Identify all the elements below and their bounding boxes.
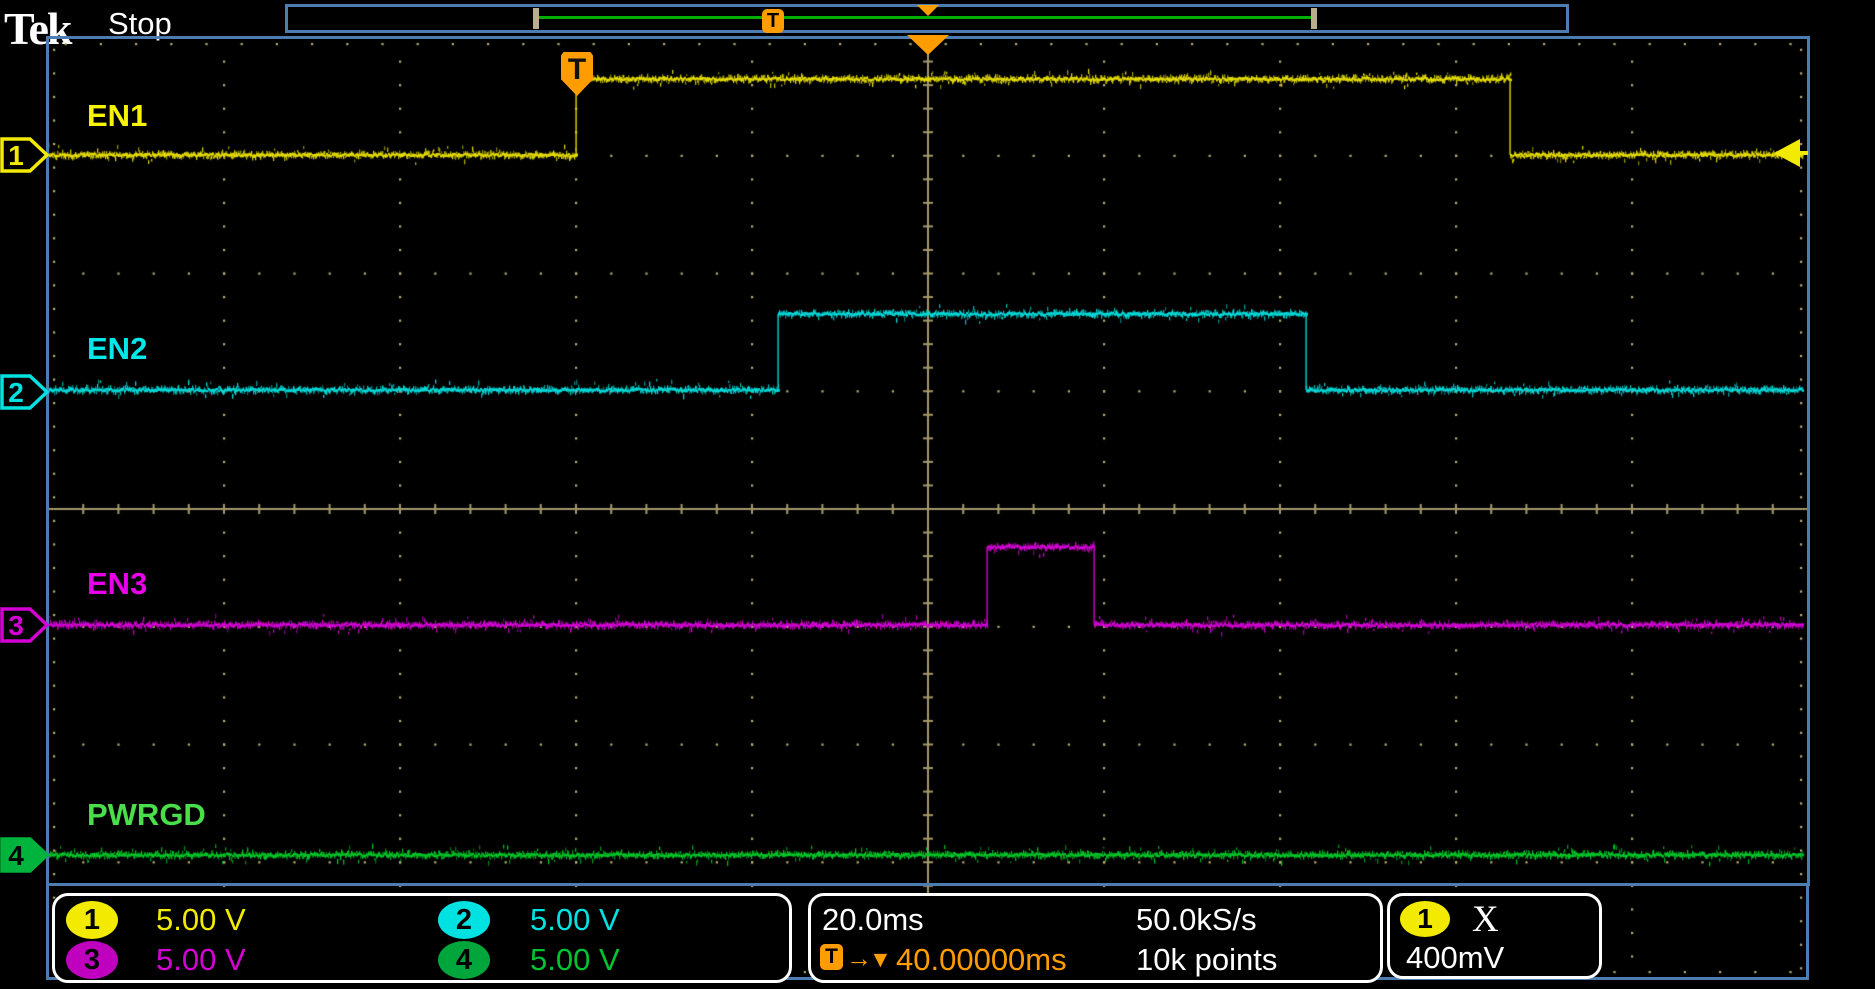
channel3-scale: 5.00 V — [156, 942, 246, 978]
channel4-marker-icon: 4 — [0, 835, 50, 875]
svg-text:1: 1 — [8, 140, 24, 171]
channel1-scale: 5.00 V — [156, 902, 246, 938]
svg-text:2: 2 — [8, 377, 24, 408]
trigger-delay-readout: 40.00000ms — [896, 942, 1067, 978]
trigger-source-badge: 1 — [1400, 901, 1450, 937]
channel2-marker-icon: 2 — [0, 372, 50, 412]
record-length-readout: 10k points — [1136, 942, 1277, 978]
channel2-badge: 2 — [438, 901, 490, 939]
graticule-right-extension — [1806, 886, 1809, 980]
svg-text:3: 3 — [8, 610, 24, 641]
trigger-level-readout: 400mV — [1406, 940, 1504, 976]
channel2-scale: 5.00 V — [530, 902, 620, 938]
trigger-position-triangle-icon — [907, 35, 949, 55]
delay-trigger-t-icon: T — [820, 944, 843, 970]
record-window-bracket-right — [1311, 8, 1317, 29]
channel1-badge: 1 — [66, 901, 118, 939]
graticule-border — [46, 36, 1810, 886]
record-trigger-t-icon: T — [762, 9, 784, 33]
channel4-scale: 5.00 V — [530, 942, 620, 978]
trigger-slope-icon: X — [1472, 898, 1499, 941]
channel2-label: EN2 — [87, 331, 147, 367]
trace-end-arrow-stem — [1796, 151, 1808, 155]
record-position-triangle-icon — [917, 5, 939, 16]
graticule-left-extension — [46, 886, 49, 980]
channel4-badge: 4 — [438, 941, 490, 979]
svg-text:4: 4 — [8, 840, 24, 871]
channel3-label: EN3 — [87, 566, 147, 602]
delay-pointer-icon: ▼ — [869, 946, 892, 973]
channel1-label: EN1 — [87, 98, 147, 134]
record-window-bracket-left — [533, 8, 539, 29]
sample-rate-readout: 50.0kS/s — [1136, 902, 1257, 938]
channel1-marker-icon: 1 — [0, 135, 50, 175]
channel4-label: PWRGD — [87, 797, 206, 833]
channel3-marker-icon: 3 — [0, 605, 50, 645]
oscilloscope-screen: Tek Stop T T EN1 EN2 EN3 PWRGD 1 2 3 4 1… — [0, 0, 1875, 989]
timebase-readout: 20.0ms — [822, 902, 924, 938]
channel3-badge: 3 — [66, 941, 118, 979]
record-window-line — [537, 16, 1314, 19]
